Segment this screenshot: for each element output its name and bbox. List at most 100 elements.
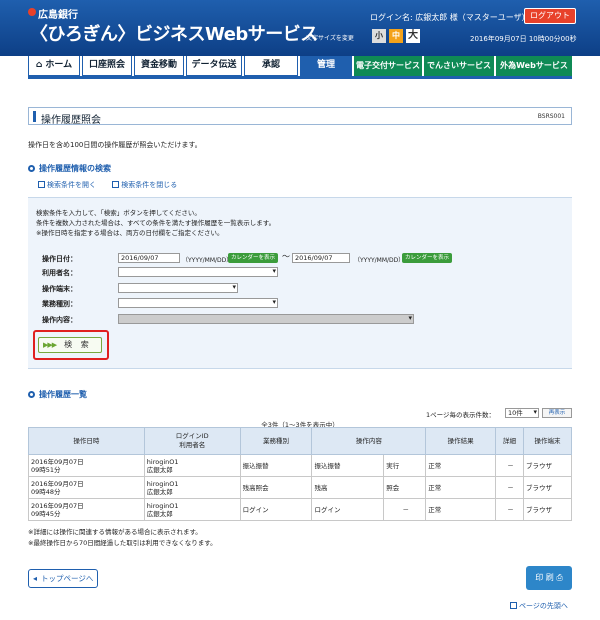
nav-densai[interactable]: でんさいサービス bbox=[424, 56, 494, 76]
cell-user: 広銀太郎 bbox=[146, 465, 173, 474]
header: 広島銀行 〈ひろぎん〉ビジネスWebサービス ログイン名: 広銀太郎 様（マスタ… bbox=[0, 0, 600, 56]
table-header-row: 操作日時 ログインID 利用者名 業務種別 操作内容 操作結果 詳細 操作端末 bbox=[28, 427, 572, 455]
note-retention: ※最終操作日から70日間経過した取引は利用できなくなります。 bbox=[28, 539, 217, 547]
top-page-button[interactable]: トップページへ bbox=[28, 569, 98, 588]
page-title: 操作履歴照会 bbox=[41, 115, 101, 126]
fontsize-large-button[interactable]: 大 bbox=[406, 29, 420, 43]
header-category: 業務種別 bbox=[239, 427, 313, 455]
current-datetime: 2016年09月07日 10時00分00秒 bbox=[470, 35, 577, 43]
header-content: 操作内容 bbox=[311, 427, 427, 455]
cell-content: 振込振替 bbox=[311, 454, 385, 477]
expand-icon bbox=[38, 181, 45, 188]
nav-management[interactable]: 管理 bbox=[300, 56, 352, 76]
fontsize-medium-button[interactable]: 中 bbox=[389, 29, 403, 43]
header-login-user: ログインID 利用者名 bbox=[143, 427, 241, 455]
terminal-select[interactable] bbox=[118, 283, 238, 293]
date-range-separator: 〜 bbox=[282, 252, 290, 261]
results-table: 操作日時 ログインID 利用者名 業務種別 操作内容 操作結果 詳細 操作端末 … bbox=[28, 427, 572, 521]
cell-detail: － bbox=[495, 454, 525, 477]
page-top-icon bbox=[510, 602, 517, 609]
login-info: ログイン名: 広銀太郎 様（マスターユーザ） bbox=[370, 13, 530, 22]
close-conditions-link[interactable]: 検索条件を閉じる bbox=[112, 181, 177, 189]
search-button-highlight: ▶▶▶ 検 索 bbox=[33, 330, 109, 360]
nav-home[interactable]: ⌂ ホーム bbox=[28, 56, 80, 76]
cell-datetime: 2016年09月07日 09時51分 bbox=[28, 454, 145, 477]
nav-forex[interactable]: 外為Webサービス bbox=[496, 56, 572, 76]
cell-result: 正常 bbox=[425, 498, 497, 521]
title-accent bbox=[33, 111, 36, 122]
results-section-heading: 操作履歴一覧 bbox=[28, 389, 87, 400]
search-instructions: 検索条件を入力して、「検索」ボタンを押してください。 条件を複数入力された場合は… bbox=[36, 208, 275, 238]
page-top-label: ページの先頭へ bbox=[519, 602, 568, 610]
date-from-calendar-button[interactable]: カレンダーを表示 bbox=[228, 253, 278, 263]
print-label: 印 刷 bbox=[535, 573, 554, 582]
results-section-title: 操作履歴一覧 bbox=[39, 390, 87, 399]
table-row: 2016年09月07日 09時51分 hiroginO1 広銀太郎 振込振替 振込振… bbox=[28, 454, 572, 477]
category-select[interactable] bbox=[118, 298, 278, 308]
cell-time: 09時51分 bbox=[31, 465, 61, 474]
category-label: 業務種別： bbox=[42, 300, 77, 308]
date-to-input[interactable]: 2016/09/07 bbox=[292, 253, 350, 263]
search-panel: 検索条件を入力して、「検索」ボタンを押してください。 条件を複数入力された場合は… bbox=[28, 197, 572, 369]
table-row: 2016年09月07日 09時45分 hiroginO1 広銀太郎 ログイン ログイ… bbox=[28, 498, 572, 521]
cell-date: 2016年09月07日 bbox=[31, 479, 84, 488]
fontsize-small-button[interactable]: 小 bbox=[372, 29, 386, 43]
print-button[interactable]: 印 刷 ⎙ bbox=[526, 566, 572, 590]
cell-content: ログイン bbox=[311, 498, 385, 521]
cell-login-id: hiroginO1 bbox=[146, 501, 179, 510]
cell-login-user: hiroginO1 広銀太郎 bbox=[143, 454, 241, 477]
cell-result: 正常 bbox=[425, 476, 497, 499]
nav-approval[interactable]: 承認 bbox=[244, 56, 298, 76]
page-top-link[interactable]: ページの先頭へ bbox=[510, 601, 568, 611]
header-detail: 詳細 bbox=[495, 427, 525, 455]
cell-action: 実行 bbox=[383, 454, 427, 477]
cell-login-id: hiroginO1 bbox=[146, 479, 179, 488]
cell-action: 照会 bbox=[383, 476, 427, 499]
section-bullet-icon bbox=[28, 165, 35, 172]
cell-detail: － bbox=[495, 498, 525, 521]
instruction-line-1: 検索条件を入力して、「検索」ボタンを押してください。 bbox=[36, 209, 201, 217]
content-label: 操作内容： bbox=[42, 316, 77, 324]
main-nav: ⌂ ホーム 口座照会 資金移動 データ伝送 承認 管理 電子交付サービス でんさ… bbox=[28, 56, 572, 76]
cell-action: － bbox=[383, 498, 427, 521]
cell-content: 残高 bbox=[311, 476, 385, 499]
date-to-calendar-button[interactable]: カレンダーを表示 bbox=[402, 253, 452, 263]
cell-login-user: hiroginO1 広銀太郎 bbox=[143, 498, 241, 521]
cell-terminal: ブラウザ bbox=[523, 476, 572, 499]
date-label: 操作日付： bbox=[42, 255, 77, 263]
search-section-heading: 操作履歴情報の検索 bbox=[28, 163, 111, 174]
close-conditions-label: 検索条件を閉じる bbox=[121, 181, 178, 189]
fontsize-label: 文字サイズを変更 bbox=[306, 35, 354, 42]
open-conditions-link[interactable]: 検索条件を開く bbox=[38, 181, 96, 189]
terminal-label: 操作端末： bbox=[42, 285, 77, 293]
page-description: 操作日を含め100日間の操作履歴が照会いただけます。 bbox=[28, 141, 202, 149]
search-section-title: 操作履歴情報の検索 bbox=[39, 164, 111, 173]
printer-icon: ⎙ bbox=[556, 573, 563, 582]
nav-electronic-delivery[interactable]: 電子交付サービス bbox=[354, 56, 422, 76]
content-select[interactable] bbox=[118, 314, 414, 324]
user-select[interactable] bbox=[118, 267, 278, 277]
instruction-line-3: ※操作日時を指定する場合は、両方の日付欄をご指定ください。 bbox=[36, 229, 224, 237]
cell-datetime: 2016年09月07日 09時48分 bbox=[28, 476, 145, 499]
logout-button[interactable]: ログアウト bbox=[524, 8, 576, 24]
search-toggle-links: 検索条件を開く 検索条件を閉じる bbox=[38, 180, 191, 190]
search-button[interactable]: ▶▶▶ 検 索 bbox=[38, 337, 102, 353]
cell-user: 広銀太郎 bbox=[146, 509, 173, 518]
section-bullet-icon bbox=[28, 391, 35, 398]
instruction-line-2: 条件を複数入力された場合は、すべての条件を満たす操作履歴を一覧表示します。 bbox=[36, 219, 276, 227]
per-page-label: 1ページ毎の表示件数： bbox=[426, 411, 496, 419]
title-bar: 操作履歴照会 BSRS001 bbox=[28, 107, 572, 126]
per-page-select[interactable]: 10件 bbox=[505, 408, 539, 418]
nav-data-transmission[interactable]: データ伝送 bbox=[186, 56, 242, 76]
nav-fund-transfer[interactable]: 資金移動 bbox=[134, 56, 184, 76]
redisplay-button[interactable]: 再表示 bbox=[542, 408, 572, 418]
service-name: 〈ひろぎん〉ビジネスWebサービス bbox=[30, 24, 318, 45]
cell-category: 振込振替 bbox=[239, 454, 313, 477]
cell-time: 09時45分 bbox=[31, 509, 61, 518]
bank-name: 広島銀行 bbox=[38, 10, 78, 21]
bank-logo-icon bbox=[28, 8, 36, 16]
cell-login-user: hiroginO1 広銀太郎 bbox=[143, 476, 241, 499]
cell-result: 正常 bbox=[425, 454, 497, 477]
date-from-input[interactable]: 2016/09/07 bbox=[118, 253, 180, 263]
nav-account-inquiry[interactable]: 口座照会 bbox=[82, 56, 132, 76]
